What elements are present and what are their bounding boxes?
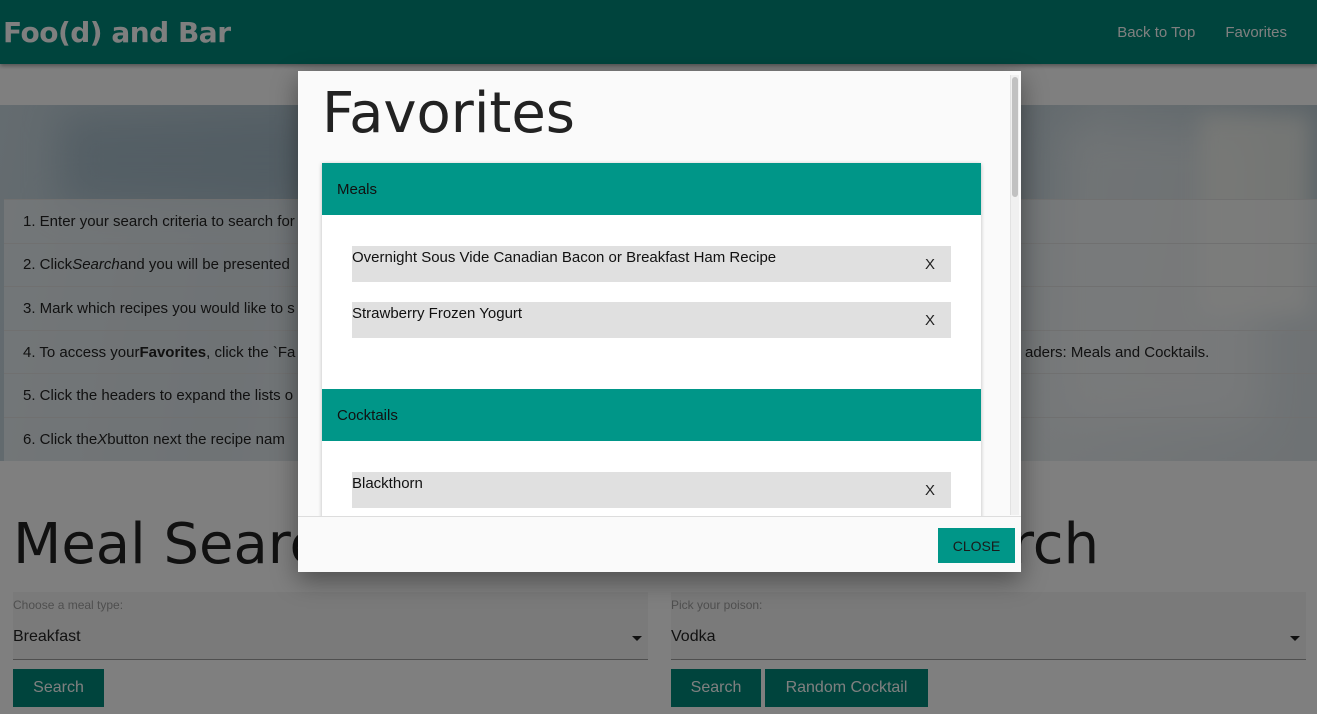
remove-favorite-button[interactable]: X — [925, 482, 935, 499]
favorites-modal: Favorites Meals Overnight Sous Vide Cana… — [298, 71, 1021, 572]
favorite-cocktail-name[interactable]: Blackthorn — [352, 475, 423, 492]
remove-favorite-button[interactable]: X — [925, 312, 935, 329]
favorite-meal-item: Strawberry Frozen Yogurt X — [352, 302, 951, 338]
favorite-cocktail-item: Blackthorn X — [352, 472, 951, 508]
meals-list: Overnight Sous Vide Canadian Bacon or Br… — [322, 215, 981, 389]
cocktails-header[interactable]: Cocktails — [322, 389, 981, 441]
close-button[interactable]: CLOSE — [938, 528, 1015, 563]
modal-footer: CLOSE — [298, 516, 1021, 572]
cocktails-list: Blackthorn X — [322, 441, 981, 508]
favorite-meal-name[interactable]: Strawberry Frozen Yogurt — [352, 305, 522, 322]
modal-content: Favorites Meals Overnight Sous Vide Cana… — [298, 71, 1021, 516]
meals-header[interactable]: Meals — [322, 163, 981, 215]
modal-scrollbar[interactable] — [1010, 75, 1019, 515]
scrollbar-thumb[interactable] — [1012, 77, 1018, 197]
remove-favorite-button[interactable]: X — [925, 256, 935, 273]
modal-title: Favorites — [322, 81, 575, 146]
favorites-collapsible: Meals Overnight Sous Vide Canadian Bacon… — [322, 163, 981, 516]
favorite-meal-name[interactable]: Overnight Sous Vide Canadian Bacon or Br… — [352, 249, 776, 266]
favorite-meal-item: Overnight Sous Vide Canadian Bacon or Br… — [352, 246, 951, 282]
